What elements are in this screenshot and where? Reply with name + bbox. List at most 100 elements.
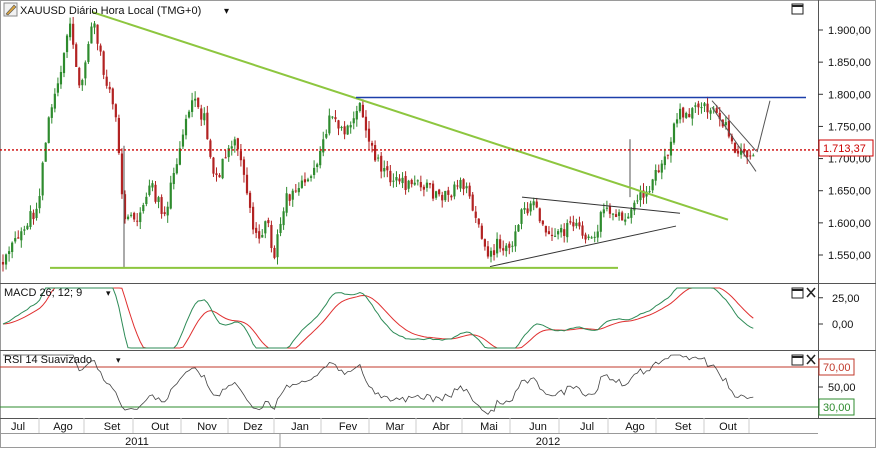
- price-candle: [462, 179, 465, 190]
- chart-canvas: 1.900,001.850,001.800,001.750,001.700,00…: [0, 0, 876, 448]
- price-candle: [386, 166, 389, 171]
- price-candle: [114, 104, 117, 118]
- macd-axis: 25,00 0,00: [818, 293, 860, 331]
- price-candle: [47, 117, 50, 143]
- rsi-close-button[interactable]: [806, 354, 816, 365]
- price-candle: [355, 111, 358, 120]
- month-label: Out: [151, 421, 169, 433]
- price-candle: [111, 88, 114, 105]
- price-candle: [349, 125, 352, 128]
- price-maximize-button[interactable]: [791, 3, 804, 15]
- price-candle: [566, 222, 569, 238]
- price-candle: [639, 192, 642, 201]
- price-candle: [1, 261, 5, 265]
- price-candle: [596, 231, 599, 238]
- price-candle: [636, 200, 639, 202]
- price-candle: [599, 212, 602, 232]
- price-candle: [191, 100, 194, 112]
- month-label: Jan: [291, 421, 309, 433]
- price-candle: [392, 180, 395, 182]
- price-candle: [26, 225, 29, 230]
- price-candle: [38, 196, 41, 209]
- price-axis-tick-label: 1.850,00: [828, 57, 871, 69]
- price-candle: [614, 214, 618, 217]
- price-candle: [69, 23, 72, 38]
- price-candle: [328, 115, 331, 134]
- month-label: Out: [719, 421, 737, 433]
- rsi-maximize-button[interactable]: [791, 354, 804, 366]
- price-candle: [374, 145, 377, 161]
- symbol-dropdown-icon[interactable]: ▾: [224, 6, 229, 17]
- month-label: Ago: [53, 421, 73, 433]
- price-candle: [508, 243, 511, 248]
- price-pane: [0, 11, 818, 272]
- price-candle: [505, 245, 508, 252]
- price-candle: [364, 116, 368, 131]
- price-candle: [380, 155, 383, 172]
- price-axis-tick-label: 1.550,00: [828, 250, 871, 262]
- price-candle: [313, 167, 316, 176]
- chart-type-button[interactable]: [3, 2, 18, 17]
- price-candle: [294, 190, 297, 192]
- price-candle: [438, 189, 441, 195]
- price-candle: [151, 183, 154, 188]
- price-candle: [532, 201, 535, 206]
- month-label: Abr: [432, 421, 449, 433]
- price-candle: [520, 209, 523, 224]
- price-axis-tick-label: 1.900,00: [828, 25, 871, 37]
- price-candle: [627, 216, 630, 219]
- price-candle: [517, 225, 520, 232]
- price-candle: [511, 245, 514, 247]
- macd-maximize-button[interactable]: [791, 287, 804, 299]
- rsi-title[interactable]: RSI 14 Suavizado: [4, 354, 92, 366]
- price-candle: [633, 202, 636, 211]
- price-candle: [187, 111, 191, 118]
- price-candle: [428, 183, 432, 185]
- price-candle: [130, 214, 133, 216]
- price-candle: [575, 222, 578, 226]
- price-candle: [197, 97, 200, 108]
- price-candle: [456, 185, 459, 187]
- price-candle: [160, 197, 163, 214]
- price-candle: [624, 219, 627, 222]
- price-candle: [218, 175, 221, 178]
- price-candle: [297, 188, 300, 193]
- macd-title[interactable]: MACD 26; 12; 9: [4, 287, 82, 299]
- price-candle: [483, 239, 486, 247]
- price-candle: [340, 127, 343, 129]
- price-candle: [752, 155, 755, 157]
- macd-dropdown-icon[interactable]: ▾: [106, 288, 111, 298]
- macd-close-button[interactable]: [806, 287, 816, 298]
- rsi-dropdown-icon[interactable]: ▾: [116, 355, 121, 365]
- price-candle: [279, 223, 282, 233]
- price-candle: [270, 224, 273, 249]
- price-candle: [660, 163, 663, 173]
- price-candle: [133, 212, 136, 220]
- price-candle: [72, 23, 75, 45]
- price-candle: [682, 107, 685, 118]
- price-candle: [410, 179, 413, 185]
- price-candle: [108, 86, 111, 90]
- price-candle: [398, 178, 401, 182]
- price-candle: [700, 107, 703, 109]
- price-candle: [303, 179, 307, 183]
- price-candle: [706, 103, 709, 113]
- price-candle: [560, 227, 563, 233]
- price-candle: [383, 167, 386, 172]
- price-candle: [733, 142, 737, 153]
- price-candle: [273, 247, 276, 258]
- price-candle: [587, 236, 590, 238]
- price-candle: [59, 72, 63, 85]
- price-candle: [252, 206, 255, 230]
- price-candle: [4, 254, 8, 265]
- price-candle: [431, 183, 435, 199]
- price-candle: [441, 194, 444, 201]
- price-candle: [697, 103, 700, 108]
- price-candle: [62, 53, 66, 74]
- price-candle: [230, 146, 233, 149]
- price-candle: [276, 234, 279, 258]
- macd-signal-line: [2, 287, 754, 349]
- price-candle: [139, 212, 142, 223]
- symbol-title[interactable]: XAUUSD Diário Hora Local (TMG+0): [20, 5, 201, 17]
- price-candle: [99, 45, 102, 52]
